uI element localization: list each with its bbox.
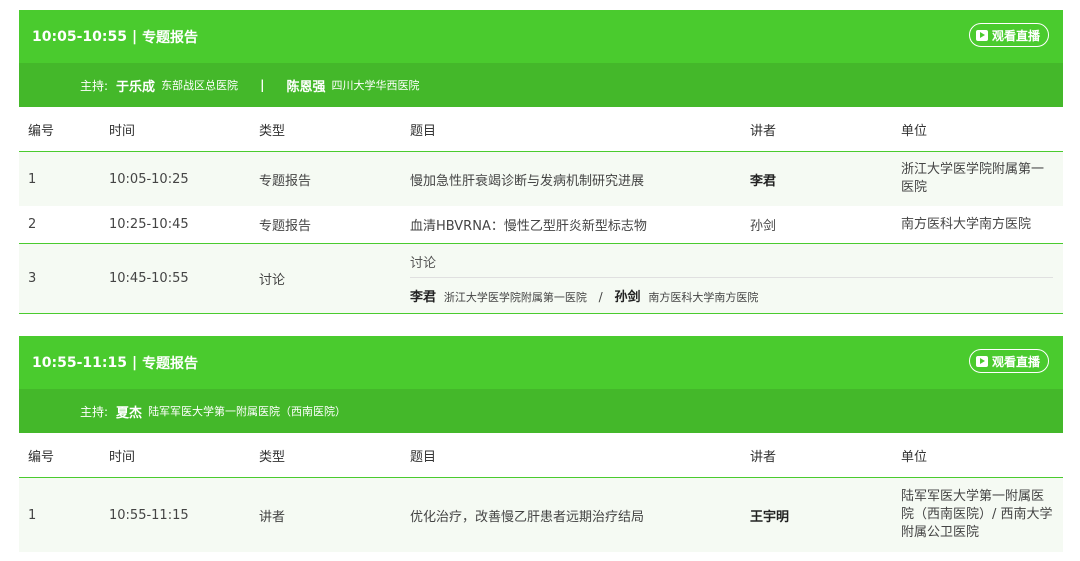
table-row: 1 10:05-10:25 专题报告 慢加急性肝衰竭诊断与发病机制研究进展 李君… bbox=[19, 151, 1063, 206]
session-separator: | bbox=[131, 28, 138, 45]
cell-unit: 陆军军医大学第一附属医院（西南医院）/ 西南大学附属公卫医院 bbox=[901, 477, 1063, 552]
host-org: 陆军军医大学第一附属医院（西南医院） bbox=[148, 405, 347, 418]
col-speaker: 讲者 bbox=[750, 107, 901, 152]
panelist-name: 李君 bbox=[410, 290, 437, 305]
watch-live-label: 观看直播 bbox=[991, 28, 1040, 43]
host-name: 于乐成 bbox=[116, 79, 156, 95]
cell-no: 1 bbox=[19, 477, 109, 552]
cell-speaker: 孙剑 bbox=[750, 206, 901, 244]
host-org: 东部战区总医院 bbox=[161, 79, 239, 92]
col-time: 时间 bbox=[109, 433, 259, 478]
session-time: 10:55-11:15 bbox=[32, 354, 127, 371]
table-row: 1 10:55-11:15 讲者 优化治疗，改善慢乙肝患者远期治疗结局 王宇明 … bbox=[19, 477, 1063, 552]
panelist-divider: / bbox=[598, 290, 603, 304]
host-name: 陈恩强 bbox=[286, 79, 326, 95]
play-icon bbox=[975, 355, 988, 367]
session-separator: | bbox=[131, 354, 138, 371]
cell-speaker: 王宇明 bbox=[750, 477, 901, 552]
cell-type: 讲者 bbox=[259, 477, 410, 552]
cell-no: 3 bbox=[19, 243, 109, 314]
host-name: 夏杰 bbox=[116, 405, 143, 421]
watch-live-button[interactable]: 观看直播 bbox=[968, 23, 1049, 47]
col-unit: 单位 bbox=[901, 433, 1063, 478]
col-time: 时间 bbox=[109, 107, 259, 152]
panelist-org: 南方医科大学南方医院 bbox=[648, 291, 759, 304]
table-header-row: 编号 时间 类型 题目 讲者 单位 bbox=[19, 433, 1063, 478]
session-time: 10:05-10:55 bbox=[32, 28, 127, 45]
cell-no: 1 bbox=[19, 151, 109, 206]
cell-time: 10:05-10:25 bbox=[109, 151, 259, 206]
discussion-panelists: 李君 浙江大学医学院附属第一医院 / 孙剑 南方医科大学南方医院 bbox=[410, 286, 1063, 305]
host-org: 四川大学华西医院 bbox=[331, 79, 420, 92]
col-type: 类型 bbox=[259, 107, 410, 152]
cell-time: 10:45-10:55 bbox=[109, 243, 259, 314]
col-speaker: 讲者 bbox=[750, 433, 901, 478]
watch-live-button[interactable]: 观看直播 bbox=[968, 349, 1049, 373]
session-header: 10:05-10:55 | 专题报告 观看直播 bbox=[19, 10, 1063, 63]
col-unit: 单位 bbox=[901, 107, 1063, 152]
cell-unit: 浙江大学医学院附属第一医院 bbox=[901, 151, 1063, 206]
cell-unit: 南方医科大学南方医院 bbox=[901, 206, 1063, 244]
watch-live-label: 观看直播 bbox=[991, 354, 1040, 369]
cell-speaker: 李君 bbox=[750, 151, 901, 206]
cell-time: 10:25-10:45 bbox=[109, 206, 259, 244]
col-no: 编号 bbox=[19, 107, 109, 152]
session-type: 专题报告 bbox=[142, 355, 199, 372]
host-bar: 主持: 夏杰 陆军军医大学第一附属医院（西南医院） bbox=[19, 389, 1063, 433]
discussion-row: 3 10:45-10:55 讨论 讨论 李君 浙江大学医学院附属第一医院 / 孙… bbox=[19, 243, 1063, 314]
table-header-row: 编号 时间 类型 题目 讲者 单位 bbox=[19, 107, 1063, 152]
discussion-topic: 讨论 bbox=[410, 252, 1053, 278]
cell-no: 2 bbox=[19, 206, 109, 244]
col-topic: 题目 bbox=[410, 433, 750, 478]
discussion-cell: 讨论 李君 浙江大学医学院附属第一医院 / 孙剑 南方医科大学南方医院 bbox=[410, 243, 1063, 314]
host-bar: 主持: 于乐成 东部战区总医院 | 陈恩强 四川大学华西医院 bbox=[19, 63, 1063, 107]
play-icon bbox=[975, 29, 988, 41]
col-no: 编号 bbox=[19, 433, 109, 478]
col-topic: 题目 bbox=[410, 107, 750, 152]
cell-topic: 血清HBVRNA：慢性乙型肝炎新型标志物 bbox=[410, 206, 750, 244]
session-type: 专题报告 bbox=[142, 29, 199, 46]
schedule-table: 编号 时间 类型 题目 讲者 单位 1 10:55-11:15 讲者 优化治疗，… bbox=[19, 433, 1063, 552]
col-type: 类型 bbox=[259, 433, 410, 478]
host-divider: | bbox=[260, 78, 265, 92]
cell-time: 10:55-11:15 bbox=[109, 477, 259, 552]
cell-topic: 优化治疗，改善慢乙肝患者远期治疗结局 bbox=[410, 477, 750, 552]
cell-type: 专题报告 bbox=[259, 151, 410, 206]
host-label: 主持: bbox=[80, 404, 109, 419]
session-block-2: 10:55-11:15 | 专题报告 观看直播 主持: 夏杰 陆军军医大学第一附… bbox=[19, 336, 1063, 552]
panelist-name: 孙剑 bbox=[614, 290, 641, 305]
panelist-org: 浙江大学医学院附属第一医院 bbox=[443, 291, 587, 304]
session-block-1: 10:05-10:55 | 专题报告 观看直播 主持: 于乐成 东部战区总医院 … bbox=[19, 10, 1063, 314]
schedule-table: 编号 时间 类型 题目 讲者 单位 1 10:05-10:25 专题报告 慢加急… bbox=[19, 107, 1063, 314]
session-header: 10:55-11:15 | 专题报告 观看直播 bbox=[19, 336, 1063, 389]
cell-type: 专题报告 bbox=[259, 206, 410, 244]
cell-topic: 慢加急性肝衰竭诊断与发病机制研究进展 bbox=[410, 151, 750, 206]
host-label: 主持: bbox=[80, 78, 109, 93]
cell-type: 讨论 bbox=[259, 243, 410, 314]
table-row: 2 10:25-10:45 专题报告 血清HBVRNA：慢性乙型肝炎新型标志物 … bbox=[19, 206, 1063, 244]
